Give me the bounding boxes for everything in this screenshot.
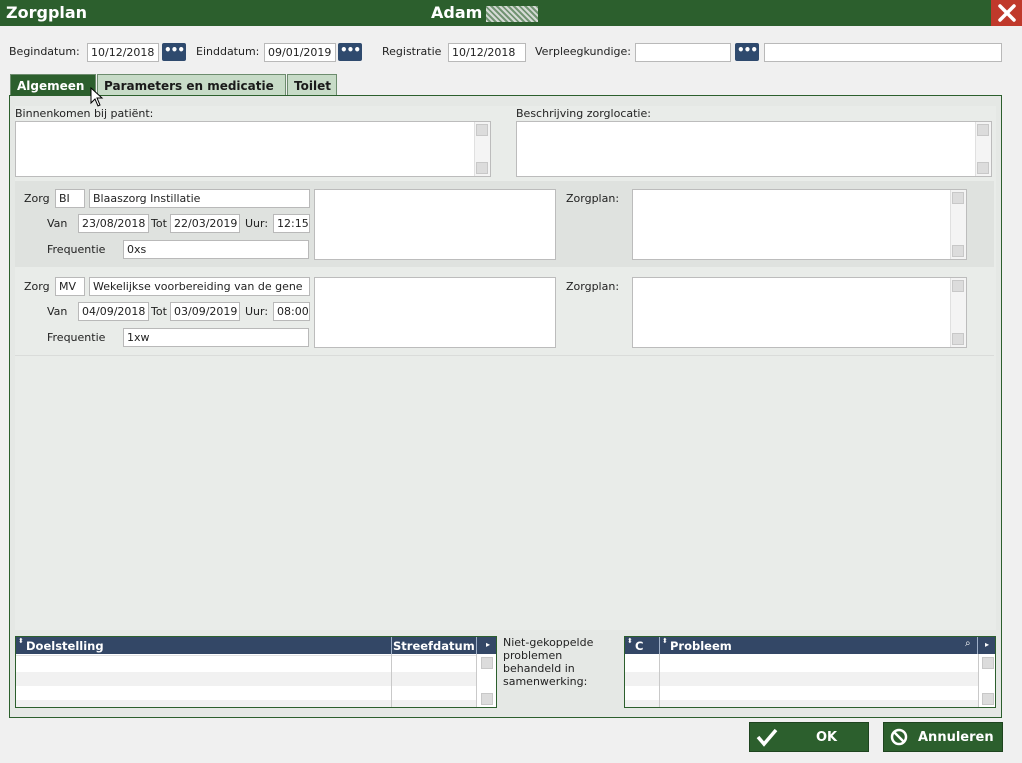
checkmark-icon [756, 728, 778, 747]
care-notes-textarea[interactable] [314, 277, 556, 348]
scroll-down-icon[interactable] [982, 693, 994, 705]
annuleren-button-label: Annuleren [918, 729, 994, 745]
scroll-up-icon[interactable] [476, 124, 488, 136]
scroll-down-icon[interactable] [952, 333, 964, 345]
ok-button-label: OK [816, 729, 838, 745]
scroll-up-icon[interactable] [952, 280, 964, 292]
tot-label: Tot [151, 305, 167, 318]
van-field[interactable]: 23/08/2018 [78, 214, 149, 233]
verpleegkundige-label: Verpleegkundige: [535, 45, 631, 58]
van-field[interactable]: 04/09/2018 [78, 302, 149, 321]
beschrijving-label: Beschrijving zorglocatie: [516, 107, 651, 120]
redacted-surname [486, 6, 538, 22]
frequentie-field[interactable]: 1xw [123, 328, 309, 347]
einddatum-picker-button[interactable]: ••• [338, 43, 362, 61]
begindatum-label: Begindatum: [9, 45, 80, 58]
van-label: Van [47, 305, 68, 318]
table-row[interactable] [625, 700, 978, 707]
cancel-icon [890, 728, 908, 746]
zorgplan-label: Zorgplan: [566, 192, 620, 205]
begindatum-field[interactable]: 10/12/2018 [87, 43, 159, 62]
divider [15, 355, 994, 356]
tab-algemeen[interactable]: Algemeen [10, 74, 96, 97]
zorgplan-textarea[interactable] [632, 189, 967, 260]
search-icon[interactable]: ⌕ [965, 638, 971, 649]
probleem-column-header[interactable]: Probleem [660, 637, 978, 654]
column-chooser-icon[interactable]: ▸ [480, 637, 496, 654]
frequentie-label: Frequentie [47, 243, 106, 256]
scroll-up-icon[interactable] [977, 124, 989, 136]
uur-field[interactable]: 12:15 [273, 214, 310, 233]
niet-gekoppelde-problemen-label: Niet-gekoppelde problemen behandeld in s… [503, 636, 594, 688]
uur-field[interactable]: 08:00 [273, 302, 310, 321]
streefdatum-column-header[interactable]: Streefdatum [391, 637, 477, 654]
uur-label: Uur: [245, 305, 269, 318]
zorg-description-field[interactable]: Blaaszorg Instillatie [89, 189, 310, 208]
table-row[interactable] [16, 700, 476, 707]
table-row[interactable] [625, 672, 978, 686]
close-button[interactable] [991, 0, 1022, 26]
binnenkomen-label: Binnenkomen bij patiënt: [15, 107, 154, 120]
uur-label: Uur: [245, 217, 269, 230]
zorg-code-field[interactable]: BI [55, 189, 85, 208]
column-divider [391, 654, 392, 707]
frequentie-label: Frequentie [47, 331, 106, 344]
window-title: Zorgplan [6, 3, 88, 22]
scroll-down-icon[interactable] [952, 245, 964, 257]
column-divider [476, 654, 477, 707]
scroll-up-icon[interactable] [481, 657, 493, 669]
patient-name: Adam [431, 3, 483, 22]
tab-toilet[interactable]: Toilet [287, 74, 337, 97]
sort-icon: ⬍ [18, 637, 24, 645]
tab-parameters-en-medicatie[interactable]: Parameters en medicatie [97, 74, 286, 97]
table-row-divider [16, 655, 476, 656]
ok-button[interactable]: OK [749, 722, 869, 752]
close-icon [997, 4, 1016, 22]
annuleren-button[interactable]: Annuleren [883, 722, 1003, 752]
scroll-down-icon[interactable] [481, 693, 493, 705]
frequentie-field[interactable]: 0xs [123, 240, 309, 259]
einddatum-label: Einddatum: [196, 45, 260, 58]
van-label: Van [47, 217, 68, 230]
zorgplan-textarea[interactable] [632, 277, 967, 348]
verpleegkundige-code-field[interactable] [635, 43, 731, 62]
zorg-label: Zorg [24, 192, 50, 205]
tot-field[interactable]: 03/09/2019 [170, 302, 240, 321]
verpleegkundige-name-field[interactable] [764, 43, 1002, 62]
registratie-label: Registratie [382, 45, 442, 58]
begindatum-picker-button[interactable]: ••• [162, 43, 186, 61]
verpleegkundige-picker-button[interactable]: ••• [735, 43, 759, 61]
tot-field[interactable]: 22/03/2019 [170, 214, 240, 233]
scroll-up-icon[interactable] [952, 192, 964, 204]
einddatum-field[interactable]: 09/01/2019 [264, 43, 336, 62]
binnenkomen-textarea[interactable] [15, 121, 491, 177]
scroll-down-icon[interactable] [476, 162, 488, 174]
zorg-code-field[interactable]: MV [55, 277, 85, 296]
care-notes-textarea[interactable] [314, 189, 556, 260]
sort-icon: ⬍ [627, 637, 633, 645]
doelstelling-column-header[interactable]: Doelstelling [16, 637, 392, 654]
zorg-label: Zorg [24, 280, 50, 293]
table-row[interactable] [16, 672, 476, 686]
tot-label: Tot [151, 217, 167, 230]
beschrijving-textarea[interactable] [516, 121, 992, 177]
registratie-field[interactable]: 10/12/2018 [448, 43, 526, 62]
scroll-down-icon[interactable] [977, 162, 989, 174]
column-divider [978, 654, 979, 707]
column-divider [659, 654, 660, 707]
column-chooser-icon[interactable]: ▸ [979, 637, 995, 654]
scroll-up-icon[interactable] [982, 657, 994, 669]
zorgplan-label: Zorgplan: [566, 280, 620, 293]
zorg-description-field[interactable]: Wekelijkse voorbereiding van de gene [89, 277, 310, 296]
sort-icon: ⬍ [662, 637, 668, 645]
mouse-cursor-icon [90, 87, 104, 107]
